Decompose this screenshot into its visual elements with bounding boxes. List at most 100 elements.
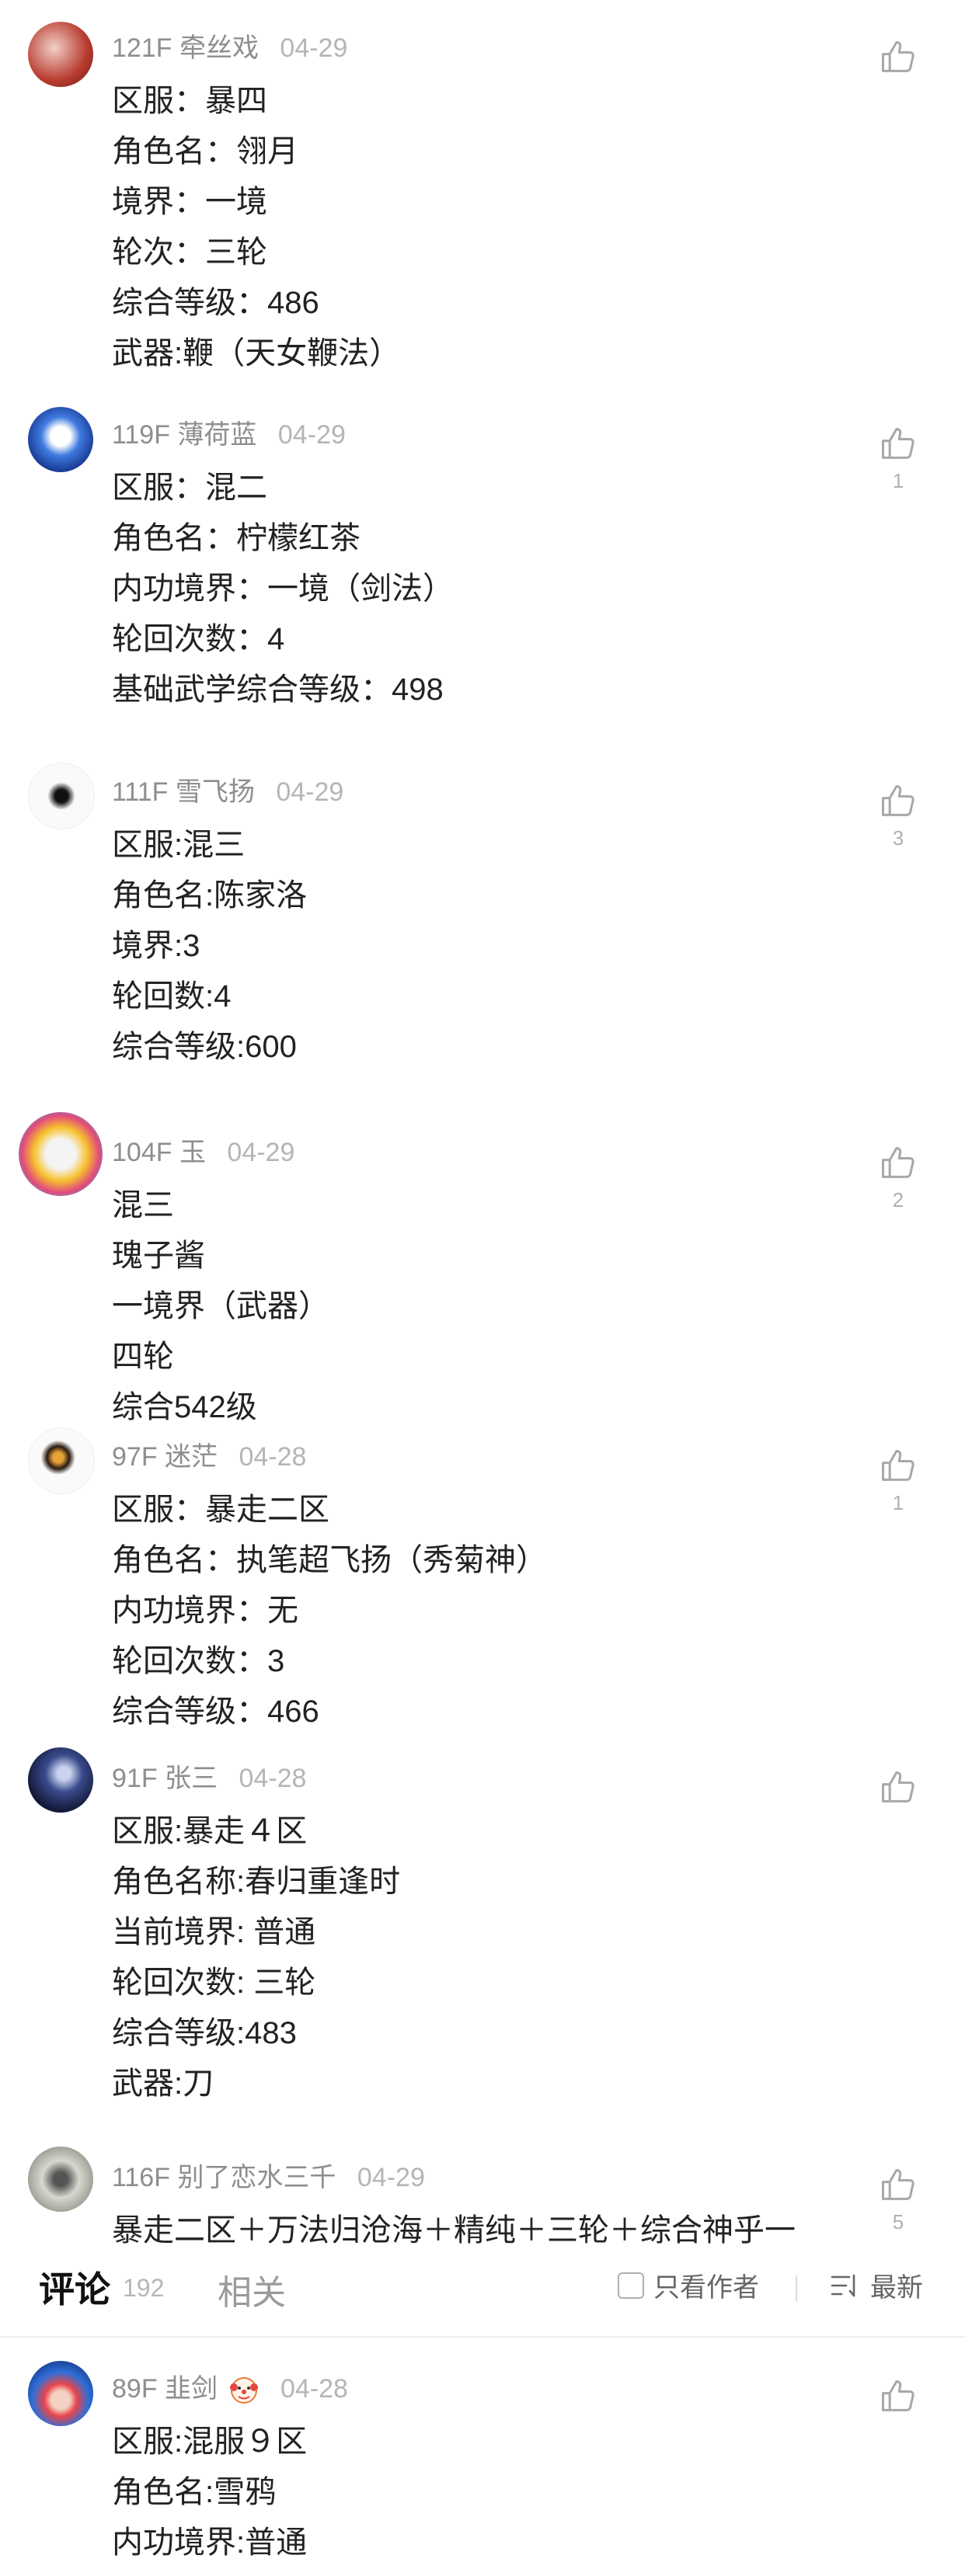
username[interactable]: 迷茫 [165,1442,218,1472]
comment-line: 区服:混三 [112,828,246,862]
floor-number: 104F [112,1138,172,1167]
divider [796,2275,797,2302]
comment-line: 内功境界:普通 [112,2526,308,2560]
avatar[interactable] [28,22,93,87]
comment-line: 区服:暴走４区 [112,1814,308,1848]
comment-body: 区服：暴走二区 角色名：执笔超飞扬（秀菊神） 内功境界：无 轮回次数：3 综合等… [112,1485,547,1737]
comment-body: 区服：混二 角色名：柠檬红茶 内功境界：一境（剑法） 轮回次数：4 基础武学综合… [112,463,454,715]
comment-line: 轮回次数：4 [112,622,285,656]
comment-line: 当前境界: 普通 [112,1915,316,1949]
like-button[interactable] [876,1768,921,1813]
floor-number: 116F [112,2163,170,2192]
floor-number: 97F [112,1442,158,1472]
avatar[interactable] [28,1427,95,1494]
comment-line: 综合等级:483 [112,2016,297,2050]
sort-icon [831,2274,855,2296]
avatar[interactable] [28,1747,93,1813]
comment-meta: 111F 雪飞扬 04-29 [112,770,343,808]
comment-line: 综合等级：486 [112,286,319,320]
tab-comments[interactable]: 评论 [39,2261,110,2313]
comment-line: 武器:鞭（天女鞭法） [112,336,401,370]
comment-line: 轮回次数: 三轮 [112,1966,316,2000]
avatar[interactable] [28,2147,93,2212]
username[interactable]: 薄荷蓝 [177,420,256,450]
comment-line: 角色名:雪鸦 [112,2475,277,2509]
comment-line: 一境界（武器） [112,1289,329,1323]
floor-number: 119F [112,420,170,450]
comment-line: 轮回数:4 [112,979,232,1013]
like-button[interactable] [876,2376,921,2421]
like-button[interactable]: 3 [876,781,921,850]
username[interactable]: 玉 [179,1138,206,1167]
avatar[interactable] [19,1112,103,1196]
comment-meta: 104F 玉 04-29 [112,1131,294,1169]
comment-line: 角色名：翎月 [112,134,298,169]
comment-body: 区服:暴走４区 角色名称:春归重逢时 当前境界: 普通 轮回次数: 三轮 综合等… [112,1806,400,2109]
comment-meta: 121F 牵丝戏 04-29 [112,26,347,64]
comment-line: 基础武学综合等级：498 [112,673,444,707]
floor-number: 111F [112,777,169,807]
comment-date: 04-28 [280,2374,348,2404]
thumbs-up-icon [881,1449,914,1481]
comment-date: 04-29 [227,1138,295,1167]
comment-line: 区服：暴四 [112,84,267,118]
author-only-toggle[interactable]: 只看作者 [618,2266,759,2304]
comment-meta: 91F 张三 04-28 [112,1757,306,1795]
sort-button[interactable]: 最新 [830,2266,923,2304]
comment-line: 境界:3 [112,929,200,963]
comment-line: 境界：一境 [112,185,267,219]
avatar[interactable] [28,407,93,472]
comment-meta: 89F 韭剑 04-28 [112,2367,348,2406]
comment-line: 内功境界：无 [112,1594,298,1628]
thumbs-up-icon [881,1771,914,1803]
comment-line: 内功境界：一境（剑法） [112,572,454,606]
comment-line: 四轮 [112,1340,174,1374]
like-button[interactable]: 5 [876,2165,921,2234]
comment-date: 04-29 [276,777,344,807]
floor-number: 91F [112,1764,158,1793]
comment-line: 角色名:陈家洛 [112,878,308,913]
comment-line: 混三 [112,1188,174,1222]
comment-date: 04-29 [280,33,348,63]
comment-line: 角色名称:春归重逢时 [112,1865,401,1899]
comment-tab-bar: 评论 192 相关 只看作者 最新 [0,2244,965,2336]
comment-line: 瑰子酱 [112,1239,205,1273]
avatar[interactable] [28,763,95,829]
checkbox-icon[interactable] [618,2272,644,2299]
thumbs-up-icon [881,427,914,459]
like-button[interactable]: 1 [876,1446,921,1515]
thumbs-up-icon [881,40,914,72]
like-count: 1 [892,1491,904,1514]
avatar[interactable] [28,2361,93,2426]
like-button[interactable] [876,37,921,82]
username[interactable]: 张三 [165,1764,218,1793]
username[interactable]: 韭剑 [165,2374,218,2404]
thumbs-up-icon [881,2168,914,2200]
floor-number: 121F [112,33,172,63]
like-count: 3 [892,826,904,850]
tab-related[interactable]: 相关 [218,2265,286,2314]
comment-meta: 116F 别了恋水三千 04-29 [112,2156,425,2194]
like-count: 2 [892,1188,904,1212]
thumbs-up-icon [881,784,914,816]
like-button[interactable]: 2 [876,1143,921,1212]
thumbs-up-icon [881,1146,914,1178]
thumbs-up-icon [881,2380,914,2411]
like-button[interactable]: 1 [876,424,921,493]
comment-meta: 97F 迷茫 04-28 [112,1435,306,1473]
like-count: 1 [892,469,904,492]
comment-line: 角色名：执笔超飞扬（秀菊神） [112,1543,547,1577]
username[interactable]: 雪飞扬 [176,777,255,807]
clown-emoji-icon [229,2377,258,2404]
username[interactable]: 别了恋水三千 [177,2163,336,2192]
comment-date: 04-29 [277,420,346,450]
sort-label: 最新 [870,2273,923,2303]
comment-date: 04-28 [239,1442,307,1472]
comment-count: 192 [123,2274,165,2302]
comment-date: 04-28 [239,1764,307,1793]
comment-line: 轮回次数：3 [112,1644,285,1678]
comment-body: 区服:混三 角色名:陈家洛 境界:3 轮回数:4 综合等级:600 [112,820,307,1072]
comment-line: 区服:混服９区 [112,2425,308,2459]
comment-line: 综合等级:600 [112,1030,297,1064]
username[interactable]: 牵丝戏 [179,33,259,63]
